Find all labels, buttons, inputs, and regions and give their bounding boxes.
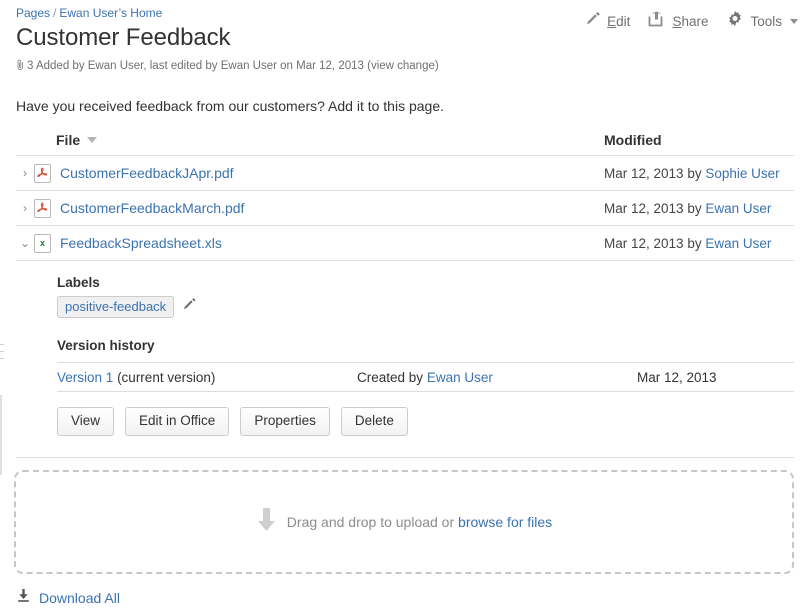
column-header-file-label: File <box>56 132 81 148</box>
modified-by-link[interactable]: Ewan User <box>705 201 771 216</box>
column-header-modified[interactable]: Modified <box>604 132 794 148</box>
share-icon <box>648 11 666 32</box>
chevron-down-icon <box>790 19 798 24</box>
dropzone-separator <box>16 457 794 458</box>
properties-button[interactable]: Properties <box>240 407 330 436</box>
download-icon <box>16 588 31 608</box>
share-accesskey: S <box>672 14 682 29</box>
table-row[interactable]: › CustomerFeedbackMarch.pdf Mar 12, 2013… <box>16 190 794 225</box>
column-header-file[interactable]: File <box>56 132 98 148</box>
attachments-page: Pages / Ewan User’s Home Customer Feedback… <box>0 0 808 613</box>
modified-cell: Mar 12, 2013 by Sophie User <box>604 166 794 181</box>
label-pill[interactable]: positive-feedback <box>57 296 175 318</box>
edge-artifact <box>0 344 4 345</box>
page-footer: Download All <box>16 588 120 608</box>
metadata-text: Added by Ewan User, last edited by Ewan … <box>35 60 364 72</box>
view-button[interactable]: View <box>57 407 115 436</box>
edge-artifact <box>0 351 4 352</box>
xls-file-icon: x <box>34 233 51 253</box>
delete-button[interactable]: Delete <box>340 407 408 436</box>
version-history-table: Version 1 (current version) Created by E… <box>57 362 794 392</box>
breadcrumb-parent-link[interactable]: Ewan User’s Home <box>59 6 162 20</box>
pdf-file-icon <box>34 198 51 218</box>
labels-row: positive-feedback <box>57 296 794 318</box>
attachments-table: File Modified › CustomerFeedbackJApr.pdf… <box>16 132 794 436</box>
download-arrow-icon <box>256 507 277 538</box>
tools-label: Tools <box>750 14 782 29</box>
modified-date: Mar 12, 2013 <box>604 200 684 216</box>
attachment-name-link[interactable]: CustomerFeedbackMarch.pdf <box>60 200 244 216</box>
version-cell: Version 1 (current version) <box>57 370 357 385</box>
tools-button[interactable]: Tools <box>726 10 798 33</box>
edit-button[interactable]: Edit <box>584 11 630 33</box>
breadcrumb-separator: / <box>53 6 57 20</box>
modified-by-link[interactable]: Sophie User <box>705 166 779 181</box>
row-expand-toggle[interactable]: › <box>16 201 34 215</box>
attachment-detail-panel: Labels positive-feedback Version history… <box>16 260 794 436</box>
file-dropzone[interactable]: Drag and drop to upload or browse for fi… <box>14 470 794 574</box>
dropzone-label: Drag and drop to upload or <box>286 514 455 530</box>
edit-accesskey: E <box>607 14 617 29</box>
dropzone-content: Drag and drop to upload or browse for fi… <box>256 507 552 538</box>
modified-by-prefix: by <box>687 165 702 181</box>
paperclip-icon <box>16 59 25 76</box>
edit-label: Edit <box>607 14 631 29</box>
download-all-link[interactable]: Download All <box>39 590 120 606</box>
edit-labels-pencil-icon[interactable] <box>182 297 197 317</box>
version-history-heading: Version history <box>57 338 155 353</box>
sidebar-divider <box>0 395 2 475</box>
edit-in-office-button[interactable]: Edit in Office <box>125 407 230 436</box>
labels-heading: Labels <box>57 275 100 290</box>
current-version-note: (current version) <box>117 369 216 385</box>
attachment-name-link[interactable]: FeedbackSpreadsheet.xls <box>60 235 222 251</box>
sort-descending-icon[interactable] <box>87 137 98 143</box>
pencil-icon <box>584 11 601 33</box>
gear-icon <box>726 10 744 33</box>
modified-date: Mar 12, 2013 <box>604 165 684 181</box>
modified-date: Mar 12, 2013 <box>604 235 684 251</box>
edge-artifact <box>0 358 4 359</box>
version-date: Mar 12, 2013 <box>637 369 717 385</box>
created-by-cell: Created by Ewan User <box>357 370 637 385</box>
attachment-count: 3 <box>27 60 34 72</box>
modified-by-link[interactable]: Ewan User <box>705 236 771 251</box>
share-label: Share <box>672 14 709 29</box>
table-row[interactable]: ⌄ x FeedbackSpreadsheet.xls Mar 12, 2013… <box>16 225 794 260</box>
browse-for-files-link[interactable]: browse for files <box>458 514 552 530</box>
version-row: Version 1 (current version) Created by E… <box>57 362 794 392</box>
share-button[interactable]: Share <box>648 11 708 32</box>
attachment-name-link[interactable]: CustomerFeedbackJApr.pdf <box>60 165 234 181</box>
page-actions: Edit Share Tools <box>584 10 798 33</box>
attachment-actions: View Edit in Office Properties Delete <box>57 407 794 436</box>
modified-by-prefix: by <box>687 200 702 216</box>
created-by-prefix: Created by <box>357 369 424 385</box>
breadcrumb-pages-link[interactable]: Pages <box>16 6 50 20</box>
pdf-file-icon <box>34 163 51 183</box>
row-expand-toggle[interactable]: › <box>16 166 34 180</box>
svg-text:x: x <box>40 238 45 248</box>
created-by-link[interactable]: Ewan User <box>427 370 493 385</box>
view-change-link[interactable]: (view change) <box>367 60 439 72</box>
modified-cell: Mar 12, 2013 by Ewan User <box>604 236 794 251</box>
dropzone-text: Drag and drop to upload or browse for fi… <box>287 514 552 530</box>
modified-cell: Mar 12, 2013 by Ewan User <box>604 201 794 216</box>
table-header-row: File Modified <box>16 132 794 155</box>
table-row[interactable]: › CustomerFeedbackJApr.pdf Mar 12, 2013 … <box>16 155 794 190</box>
row-collapse-toggle[interactable]: ⌄ <box>16 236 34 250</box>
version-link[interactable]: Version 1 <box>57 370 113 385</box>
modified-by-prefix: by <box>687 235 702 251</box>
page-metadata: 3 Added by Ewan User, last edited by Ewa… <box>16 59 798 76</box>
intro-paragraph: Have you received feedback from our cust… <box>16 98 445 114</box>
